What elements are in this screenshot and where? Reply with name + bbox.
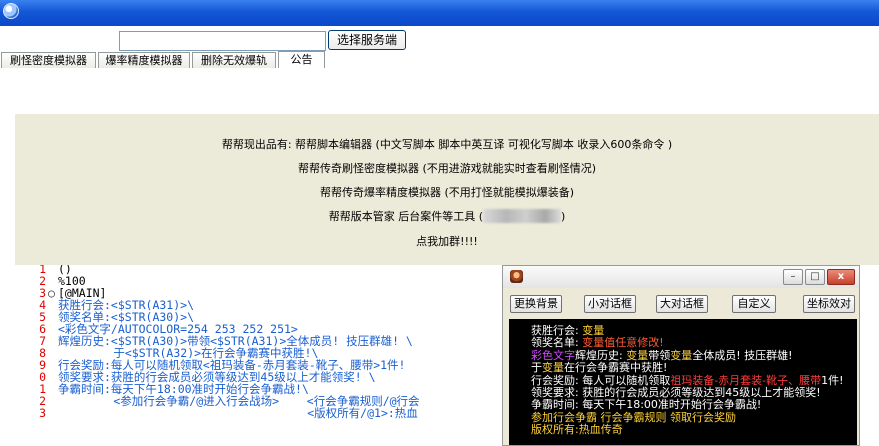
coordinate-calibrate-button[interactable]: 坐标效对 [803, 295, 855, 313]
preview-text-segment: 领取行会奖励 [670, 410, 736, 424]
notice-line-version-manager-text: 帮帮版本管家 后台案件等工具 ( [328, 210, 483, 223]
custom-button[interactable]: 自定义 [732, 295, 776, 313]
preview-text-segment: 行会奖励: 每人可以随机领取 [531, 373, 671, 387]
preview-text-segment: 1件! [821, 373, 844, 387]
preview-text-segment: 变量 [626, 348, 649, 362]
announcement-panel: 帮帮现出品有: 帮帮脚本编辑器 (中文写脚本 脚本中英互译 可视化写脚本 收录入… [15, 114, 879, 265]
preview-close-button[interactable]: x [827, 269, 855, 285]
preview-text-line: 争霸时间: 每天下午18:00准时开始行会争霸战! [531, 399, 761, 411]
preview-titlebar[interactable]: – □ x [503, 266, 859, 288]
dialog-preview-window: – □ x 更换背景 小对话框 大对话框 自定义 坐标效对 获胜行会: 变量 领奖… [502, 265, 860, 446]
notice-line-drop-simulator: 帮帮传奇爆率精度模拟器 (不用打怪就能模拟爆装备) [319, 186, 575, 199]
app-globe-icon [3, 3, 19, 19]
code-text: <版权所有/@1>:热血 [58, 406, 418, 420]
preview-text-segment: 领奖名单: [531, 336, 583, 350]
preview-text-segment: 带领 [648, 348, 671, 362]
small-dialog-button[interactable]: 小对话框 [584, 295, 636, 313]
preview-text-segment: 变量 [542, 361, 564, 375]
tab-delete-invalid-drops[interactable]: 删除无效爆轨 [192, 52, 276, 68]
notice-line-version-manager: 帮帮版本管家 后台案件等工具 () [15, 208, 879, 224]
fold-marker[interactable]: ○ [48, 287, 55, 299]
notice-line-version-manager-close: ) [561, 210, 566, 223]
preview-maximize-button[interactable]: □ [805, 269, 825, 285]
preview-text-segment: 变量 [670, 348, 693, 362]
join-group-link[interactable]: 点我加群!!!! [15, 233, 879, 249]
preview-text-line: 行会奖励: 每人可以随机领取祖玛装备-赤月套装-靴子、腰带1件! [531, 373, 844, 387]
window-titlebar[interactable] [0, 0, 879, 26]
preview-minimize-button[interactable]: – [783, 269, 803, 285]
notice-line-products: 帮帮现出品有: 帮帮脚本编辑器 (中文写脚本 脚本中英互译 可视化写脚本 收录入… [221, 138, 673, 151]
preview-text-segment: 参加行会争霸 [531, 410, 597, 424]
preview-text-segment: 争霸时间: 每天下午18:00准时开始行会争霸战! [531, 398, 762, 412]
preview-text-line: 彩色文字辉煌历史: 变量带领变量全体成员! 技压群雄! [531, 348, 793, 362]
dialog-preview-canvas: 获胜行会: 变量 领奖名单: 变量值任意修改! 彩色文字辉煌历史: 变量带领变量全体… [509, 319, 857, 445]
preview-text-line: 参加行会争霸 行会争霸规则 领取行会奖励 [531, 410, 736, 424]
tab-strip: 刷怪密度模拟器 爆率精度模拟器 删除无效爆轨 公告 [0, 51, 879, 68]
blurred-contact-patch [483, 209, 561, 223]
preview-text-line: 领奖名单: 变量值任意修改! [531, 337, 664, 349]
preview-text-segment: 变量值任意修改! [582, 336, 664, 350]
preview-text-segment: 版权所有:热血传奇 [531, 423, 623, 437]
preview-text-segment: 祖玛装备-赤月套装-靴子、腰带 [670, 373, 822, 387]
change-background-button[interactable]: 更换背景 [510, 295, 562, 313]
app-character-icon [510, 270, 523, 283]
preview-text-segment: 辉煌历史: [575, 348, 627, 362]
large-dialog-button[interactable]: 大对话框 [656, 295, 708, 313]
tab-spawn-density-simulator[interactable]: 刷怪密度模拟器 [1, 52, 96, 68]
line-number: 3 [39, 406, 46, 420]
notice-line-spawn-simulator: 帮帮传奇刷怪密度模拟器 (不用进游戏就能实时查看刷怪情况) [297, 162, 597, 175]
preview-text-segment: 于 [531, 361, 542, 375]
preview-text-segment: 彩色文字 [531, 348, 575, 362]
tab-announcement[interactable]: 公告 [278, 51, 325, 68]
preview-text-segment: 全体成员! 技压群雄! [692, 348, 793, 362]
tab-drop-rate-simulator[interactable]: 爆率精度模拟器 [98, 52, 190, 68]
select-server-button[interactable]: 选择服务端 [328, 30, 406, 50]
preview-text-segment: 在行会争霸赛中获胜! [564, 361, 668, 375]
preview-text-line: 版权所有:热血传奇 [531, 424, 623, 436]
preview-text-segment: 行会争霸规则 [600, 410, 667, 424]
server-path-input[interactable] [119, 31, 326, 51]
preview-text-line: 于变量在行会争霸赛中获胜! [531, 362, 667, 374]
